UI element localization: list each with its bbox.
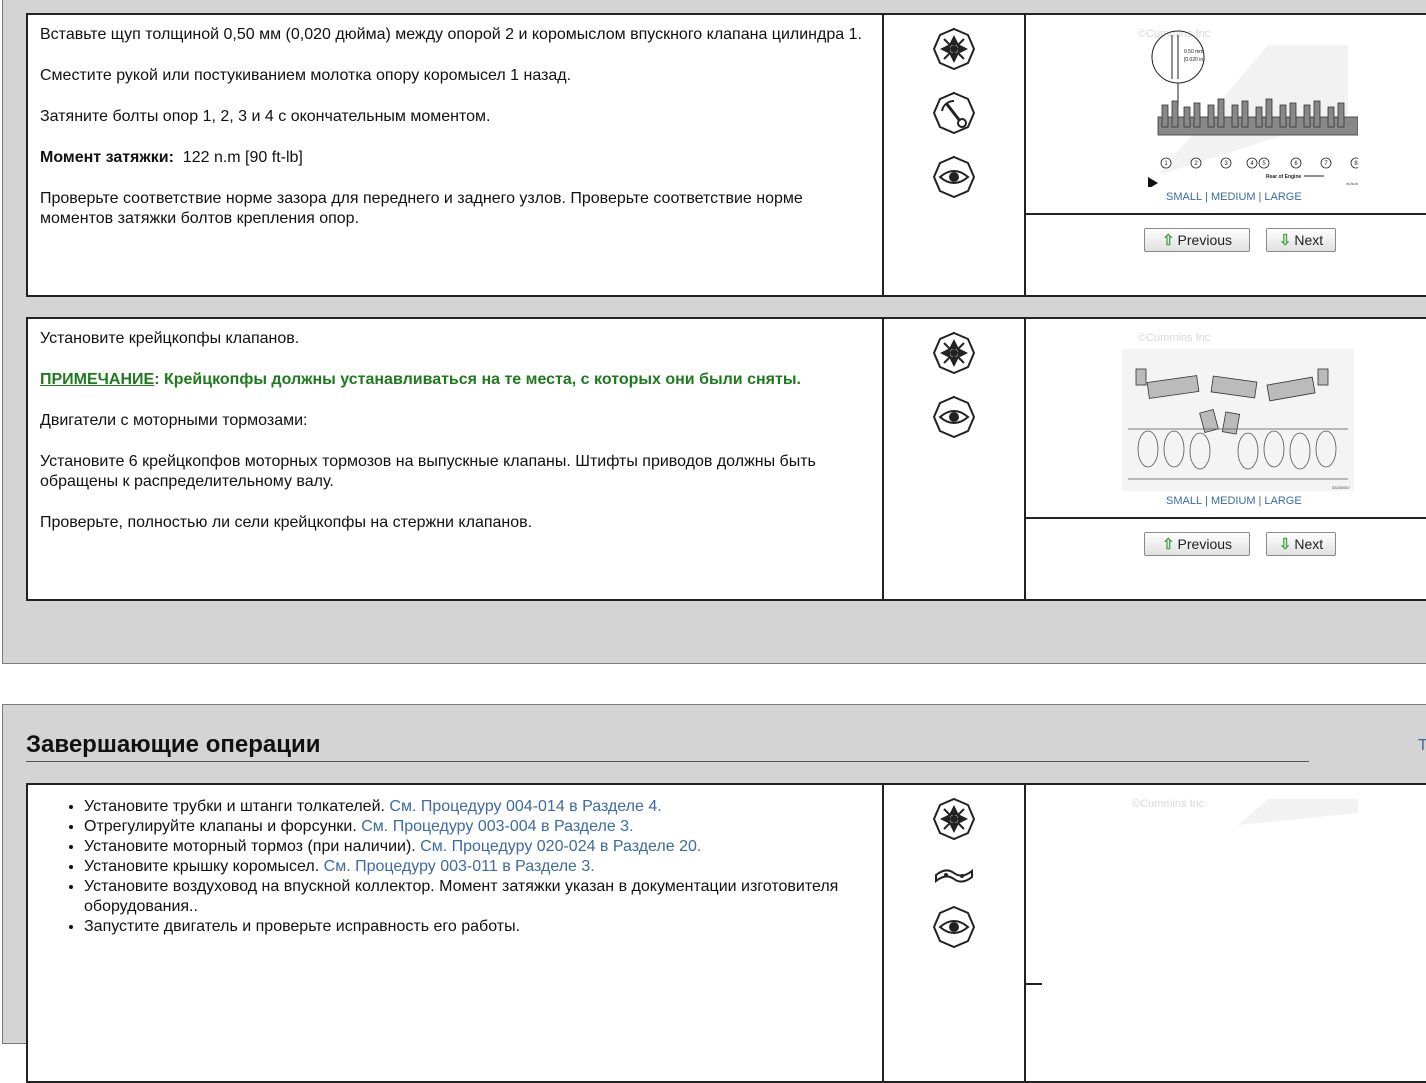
arrow-down-icon: ⇩ <box>1278 232 1292 249</box>
divider <box>1026 983 1042 985</box>
torque-wrench-icon <box>932 91 976 135</box>
svg-text:[0.020 in]: [0.020 in] <box>1184 57 1205 63</box>
divider <box>1026 213 1426 215</box>
next-button[interactable]: ⇩ Next <box>1266 228 1336 252</box>
instruction-text: Установите крейцкопфы клапанов. <box>40 330 300 347</box>
size-medium-link[interactable]: MEDIUM <box>1211 495 1256 507</box>
torque-value: 122 n.m [90 ft-lb] <box>182 149 303 166</box>
size-small-link[interactable]: SMALL <box>1166 191 1202 203</box>
instruction-text: Двигатели с моторными тормозами: <box>40 412 308 429</box>
parts-wheel-icon <box>932 331 976 375</box>
step-icons <box>884 15 1026 295</box>
image-size-links: SMALL | MEDIUM | LARGE <box>1166 495 1302 507</box>
figure-panel: ©Cummins Inc <box>1026 319 1426 599</box>
instruction-text: Проверьте, полностью ли сели крейцкопфы … <box>40 514 533 531</box>
next-label: Next <box>1294 232 1324 248</box>
next-label: Next <box>1294 536 1324 552</box>
step-text: Вставьте щуп толщиной 0,50 мм (0,020 дюй… <box>28 15 884 295</box>
operations-list: Установите трубки и штанги толкателей. С… <box>40 797 870 937</box>
procedure-link[interactable]: См. Процедуру 003-011 в Разделе 3. <box>324 858 595 875</box>
previous-button[interactable]: ⇧ Previous <box>1144 532 1250 556</box>
figure-image[interactable]: ©Cummins Inc 03200067 <box>1118 329 1358 493</box>
step-text: Установите трубки и штанги толкателей. С… <box>28 785 884 1081</box>
parts-wheel-icon <box>932 27 976 71</box>
finishing-panel: Завершающие операции T Установите трубки… <box>2 704 1426 1083</box>
inspect-eye-icon <box>932 905 976 949</box>
instruction-text: Вставьте щуп толщиной 0,50 мм (0,020 дюй… <box>40 26 862 43</box>
title-underline <box>26 761 1309 762</box>
svg-text:Rear of Engine: Rear of Engine <box>1266 174 1302 180</box>
instruction-text: Проверьте соответствие норме зазора для … <box>40 190 803 227</box>
list-item: Установите моторный тормоз (при наличии)… <box>84 837 870 857</box>
size-small-link[interactable]: SMALL <box>1166 495 1202 507</box>
procedure-link[interactable]: См. Процедуру 003-004 в Разделе 3. <box>361 818 633 835</box>
arrow-up-icon: ⇧ <box>1161 536 1175 553</box>
arrow-down-icon: ⇩ <box>1278 536 1292 553</box>
inspect-eye-icon <box>932 395 976 439</box>
svg-text:03200067: 03200067 <box>1332 485 1351 490</box>
previous-button[interactable]: ⇧ Previous <box>1144 228 1250 252</box>
list-item: Установите крышку коромысел. См. Процеду… <box>84 857 870 877</box>
parts-wheel-icon <box>932 797 976 841</box>
size-medium-link[interactable]: MEDIUM <box>1211 191 1256 203</box>
size-large-link[interactable]: LARGE <box>1264 495 1301 507</box>
torque-label: Момент затяжки: <box>40 149 174 166</box>
list-item: Отрегулируйте клапаны и форсунки. См. Пр… <box>84 817 870 837</box>
note: ПРИМЕЧАНИЕ: Крейцкопфы должны устанавлив… <box>40 370 870 390</box>
finishing-step: Установите трубки и штанги толкателей. С… <box>26 783 1426 1083</box>
list-item: Установите трубки и штанги толкателей. С… <box>84 797 870 817</box>
note-text: : Крейцкопфы должны устанавливаться на т… <box>154 371 801 388</box>
note-label[interactable]: ПРИМЕЧАНИЕ <box>40 371 154 388</box>
previous-label: Previous <box>1177 536 1233 552</box>
divider <box>1026 517 1426 519</box>
figure-panel: ©Cummins Inc 0.50 mm [0.020 in] 1 2 3 4 … <box>1026 15 1426 295</box>
figure-image[interactable]: ©Cummins Inc 0.50 mm [0.020 in] 1 2 3 4 … <box>1118 25 1362 189</box>
procedure-link[interactable]: См. Процедуру 004-014 в Разделе 4. <box>389 798 661 815</box>
figure-panel: ©Cummins Inc <box>1026 785 1426 1081</box>
gasket-icon <box>932 853 976 897</box>
procedure-panel: Вставьте щуп толщиной 0,50 мм (0,020 дюй… <box>2 0 1426 664</box>
svg-text:8: 8 <box>1354 161 1358 167</box>
procedure-link[interactable]: См. Процедуру 020-024 в Разделе 20. <box>420 838 701 855</box>
arrow-up-icon: ⇧ <box>1161 232 1175 249</box>
svg-text:0.50 mm: 0.50 mm <box>1184 49 1203 55</box>
step-icons <box>884 785 1026 1081</box>
svg-text:m2suh: m2suh <box>1346 181 1358 186</box>
list-item: Установите воздуховод на впускной коллек… <box>84 877 870 917</box>
instruction-text: Установите 6 крейцкопфов моторных тормоз… <box>40 453 816 490</box>
watermark: ©Cummins Inc <box>1138 28 1211 40</box>
size-large-link[interactable]: LARGE <box>1264 191 1301 203</box>
step-row-2: Установите крейцкопфы клапанов. ПРИМЕЧАН… <box>26 317 1426 601</box>
top-link[interactable]: T <box>1418 737 1426 755</box>
next-button[interactable]: ⇩ Next <box>1266 532 1336 556</box>
section-title: Завершающие операции <box>26 731 321 758</box>
inspect-eye-icon <box>932 155 976 199</box>
instruction-text: Сместите рукой или постукиванием молотка… <box>40 67 572 84</box>
figure-placeholder: ©Cummins Inc <box>1132 798 1358 825</box>
watermark: ©Cummins Inc <box>1132 798 1205 810</box>
torque-spec: Момент затяжки: 122 n.m [90 ft-lb] <box>40 148 870 168</box>
image-size-links: SMALL | MEDIUM | LARGE <box>1166 191 1302 203</box>
previous-label: Previous <box>1177 232 1233 248</box>
step-row-1: Вставьте щуп толщиной 0,50 мм (0,020 дюй… <box>26 13 1426 297</box>
list-item: Запустите двигатель и проверьте исправно… <box>84 917 870 937</box>
instruction-text: Затяните болты опор 1, 2, 3 и 4 с оконча… <box>40 108 491 125</box>
step-text: Установите крейцкопфы клапанов. ПРИМЕЧАН… <box>28 319 884 599</box>
step-icons <box>884 319 1026 599</box>
watermark: ©Cummins Inc <box>1138 332 1211 344</box>
